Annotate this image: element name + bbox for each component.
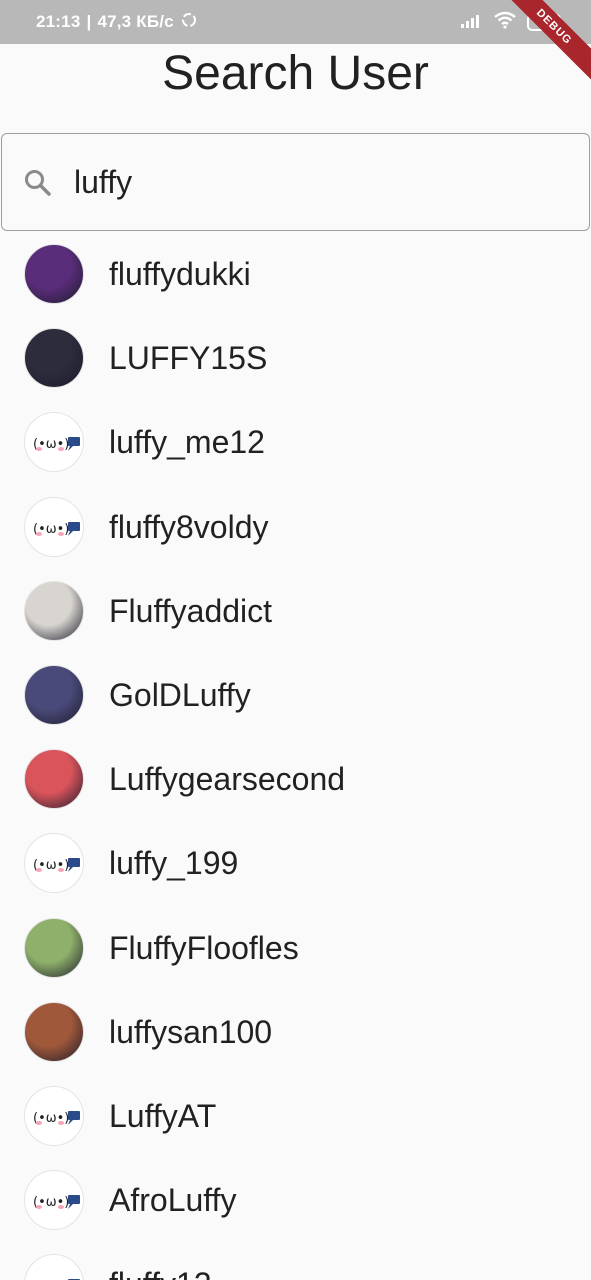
- username-label: LuffyAT: [109, 1097, 217, 1134]
- avatar: (•ω•): [24, 1085, 84, 1146]
- user-list-item[interactable]: GolDLuffy: [0, 653, 591, 737]
- user-list-item[interactable]: fluffydukki: [0, 232, 591, 316]
- user-list-item[interactable]: (•ω•) fluffy12: [0, 1242, 591, 1280]
- username-label: Fluffyaddict: [109, 592, 273, 629]
- status-time: 21:13: [36, 12, 81, 31]
- avatar: (•ω•): [24, 412, 84, 473]
- avatar: (•ω•): [24, 1254, 84, 1280]
- search-input[interactable]: luffy: [74, 160, 132, 204]
- username-label: luffy_me12: [109, 424, 265, 461]
- user-list-item[interactable]: (•ω•) luffy_199: [0, 821, 591, 905]
- username-label: luffy_199: [109, 845, 239, 882]
- username-label: Luffygearsecond: [109, 761, 346, 798]
- user-list-item[interactable]: (•ω•) fluffy8voldy: [0, 485, 591, 569]
- username-label: FluffyFloofles: [109, 929, 299, 966]
- avatar: [24, 328, 84, 389]
- username-label: fluffy8voldy: [109, 508, 269, 545]
- avatar: [24, 749, 84, 810]
- user-list-item[interactable]: (•ω•) luffy_me12: [0, 400, 591, 484]
- user-list-item[interactable]: (•ω•) AfroLuffy: [0, 1158, 591, 1242]
- page-title: Search User: [162, 47, 429, 100]
- search-field[interactable]: luffy: [1, 133, 590, 231]
- user-list-item[interactable]: (•ω•) LuffyAT: [0, 1074, 591, 1158]
- status-left: 21:13 | 47,3 КБ/с: [36, 0, 198, 44]
- username-label: fluffy12: [109, 1262, 212, 1280]
- username-label: luffysan100: [109, 1013, 273, 1050]
- search-icon: [22, 167, 54, 199]
- username-label: LUFFY15S: [109, 340, 268, 377]
- username-label: AfroLuffy: [109, 1182, 237, 1219]
- user-list-item[interactable]: Luffygearsecond: [0, 737, 591, 821]
- username-label: fluffydukki: [109, 256, 251, 292]
- username-label: GolDLuffy: [109, 676, 251, 713]
- avatar: (•ω•): [24, 833, 84, 894]
- avatar: [24, 917, 84, 978]
- sync-icon: [180, 11, 198, 34]
- network-speed: 47,3 КБ/с: [97, 12, 174, 31]
- avatar: [24, 580, 84, 641]
- status-separator: |: [86, 12, 92, 31]
- user-list-item[interactable]: Fluffyaddict: [0, 569, 591, 653]
- avatar: (•ω•): [24, 496, 84, 557]
- user-list-item[interactable]: luffysan100: [0, 990, 591, 1074]
- user-list: fluffydukki LUFFY15S (•ω•) luffy_me12 (•ω•) f…: [0, 232, 591, 1280]
- avatar: [24, 244, 84, 304]
- status-bar: 21:13 | 47,3 КБ/с 39: [0, 0, 591, 44]
- wifi-icon: [493, 11, 517, 34]
- avatar: [24, 664, 84, 725]
- avatar: (•ω•): [24, 1170, 84, 1231]
- signal-icon: [461, 12, 483, 33]
- avatar: [24, 1001, 84, 1062]
- user-list-item[interactable]: LUFFY15S: [0, 316, 591, 400]
- user-list-item[interactable]: FluffyFloofles: [0, 906, 591, 990]
